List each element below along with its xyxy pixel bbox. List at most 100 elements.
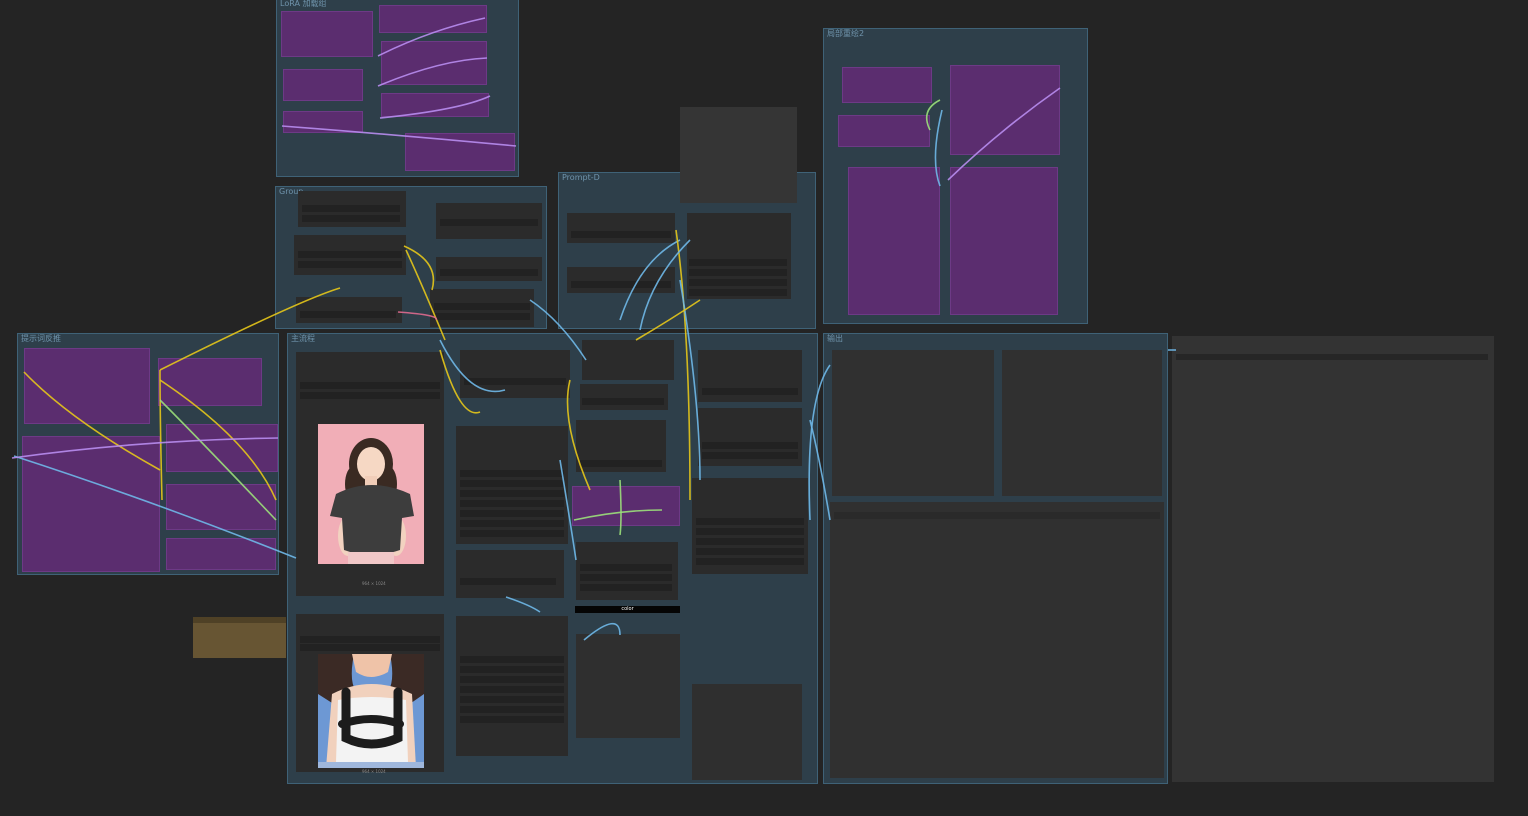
node-field[interactable] xyxy=(696,538,804,545)
node-field[interactable] xyxy=(1176,354,1488,360)
node-garment-encode[interactable] xyxy=(456,616,568,756)
node-field[interactable] xyxy=(571,281,671,288)
node-image-option[interactable] xyxy=(456,550,564,598)
node-field[interactable] xyxy=(702,388,798,395)
side-node-4[interactable] xyxy=(166,424,278,472)
node-prompt-3[interactable] xyxy=(430,289,534,327)
node-output-preview-2[interactable] xyxy=(1002,350,1162,496)
node-field[interactable] xyxy=(298,261,402,268)
node-output-preview-1[interactable] xyxy=(832,350,994,496)
node-save-image[interactable] xyxy=(1172,336,1494,782)
node-condition[interactable] xyxy=(687,213,791,299)
side-node-1[interactable] xyxy=(24,348,150,424)
node-field[interactable] xyxy=(300,636,440,643)
node-text-a[interactable] xyxy=(567,213,675,243)
lora-node-4[interactable] xyxy=(283,69,363,101)
node-field[interactable] xyxy=(300,392,440,399)
node-field[interactable] xyxy=(298,251,402,258)
node-bypassed[interactable] xyxy=(572,486,680,526)
node-field[interactable] xyxy=(571,231,671,238)
lora-node-6[interactable] xyxy=(283,111,363,133)
node-field[interactable] xyxy=(580,584,672,591)
node-controlnet[interactable] xyxy=(692,478,808,574)
node-apply[interactable] xyxy=(698,350,802,402)
node-field[interactable] xyxy=(300,382,440,389)
node-field[interactable] xyxy=(460,578,556,585)
lora-node-2[interactable] xyxy=(379,5,487,33)
node-field[interactable] xyxy=(300,311,396,318)
node-field[interactable] xyxy=(580,460,662,467)
node-resize[interactable] xyxy=(460,350,570,398)
node-sampler-b[interactable] xyxy=(296,297,402,323)
node-text-b[interactable] xyxy=(567,267,675,293)
node-field[interactable] xyxy=(460,490,564,497)
node-field[interactable] xyxy=(689,269,787,276)
node-field[interactable] xyxy=(696,558,804,565)
node-mask-editor[interactable] xyxy=(456,426,568,544)
node-field[interactable] xyxy=(696,548,804,555)
repaint-node-1[interactable] xyxy=(842,67,932,103)
node-field[interactable] xyxy=(580,574,672,581)
node-field[interactable] xyxy=(580,564,672,571)
node-field[interactable] xyxy=(460,520,564,527)
node-prompt-2[interactable] xyxy=(436,257,542,281)
side-node-6[interactable] xyxy=(166,538,276,570)
lora-node-5[interactable] xyxy=(381,93,489,117)
lora-node-7[interactable] xyxy=(405,133,515,171)
node-field[interactable] xyxy=(582,398,664,405)
node-field[interactable] xyxy=(689,279,787,286)
node-field[interactable] xyxy=(696,518,804,525)
group-repaint[interactable]: 局部重绘2 xyxy=(823,28,1088,324)
lora-node-1[interactable] xyxy=(281,11,373,57)
node-field[interactable] xyxy=(302,205,400,212)
node-field[interactable] xyxy=(689,289,787,296)
group-main[interactable]: 主流程 964 × 1024 color 964 × 1024 xyxy=(287,333,818,784)
node-field[interactable] xyxy=(440,219,538,226)
node-field[interactable] xyxy=(434,303,530,310)
node-field[interactable] xyxy=(302,215,400,222)
node-field[interactable] xyxy=(460,716,564,723)
node-field[interactable] xyxy=(834,512,1160,519)
group-side[interactable]: 提示词反推 xyxy=(17,333,279,575)
node-field[interactable] xyxy=(440,269,538,276)
node-preview-tall[interactable] xyxy=(692,684,802,780)
side-node-5[interactable] xyxy=(166,484,276,530)
repaint-node-2[interactable] xyxy=(838,115,930,147)
node-sampler-settings[interactable] xyxy=(576,542,678,600)
lora-node-3[interactable] xyxy=(381,41,487,85)
node-field[interactable] xyxy=(460,656,564,663)
node-load-image-2[interactable]: 964 × 1024 xyxy=(296,614,444,774)
note-node[interactable] xyxy=(193,617,286,658)
node-prompt-1[interactable] xyxy=(436,203,542,239)
repaint-node-4[interactable] xyxy=(848,167,940,315)
node-output-preview-3[interactable] xyxy=(830,502,1164,778)
node-field[interactable] xyxy=(300,644,440,651)
node-field[interactable] xyxy=(460,500,564,507)
node-preview-floating[interactable] xyxy=(680,107,797,203)
node-field[interactable] xyxy=(460,510,564,517)
node-loader[interactable] xyxy=(298,191,406,227)
node-clip-text[interactable] xyxy=(580,384,668,410)
node-field[interactable] xyxy=(460,480,564,487)
node-inpaint[interactable] xyxy=(698,408,802,466)
node-preview-small[interactable] xyxy=(576,634,680,738)
node-field[interactable] xyxy=(696,528,804,535)
node-field[interactable] xyxy=(702,452,798,459)
group-output[interactable]: 输出 xyxy=(823,333,1168,784)
node-vae-decode[interactable] xyxy=(582,340,674,380)
node-field[interactable] xyxy=(689,259,787,266)
node-field[interactable] xyxy=(464,378,566,385)
node-field[interactable] xyxy=(460,686,564,693)
node-field[interactable] xyxy=(702,442,798,449)
group-b[interactable]: Group xyxy=(275,186,547,329)
node-field[interactable] xyxy=(434,313,530,320)
side-node-2[interactable] xyxy=(158,358,262,406)
side-node-3[interactable] xyxy=(22,436,160,572)
node-encoder[interactable] xyxy=(294,235,406,275)
node-ksampler[interactable] xyxy=(576,420,666,472)
node-field[interactable] xyxy=(460,696,564,703)
repaint-node-3[interactable] xyxy=(950,65,1060,155)
node-field[interactable] xyxy=(460,706,564,713)
node-field[interactable] xyxy=(460,676,564,683)
node-field[interactable] xyxy=(460,530,564,537)
